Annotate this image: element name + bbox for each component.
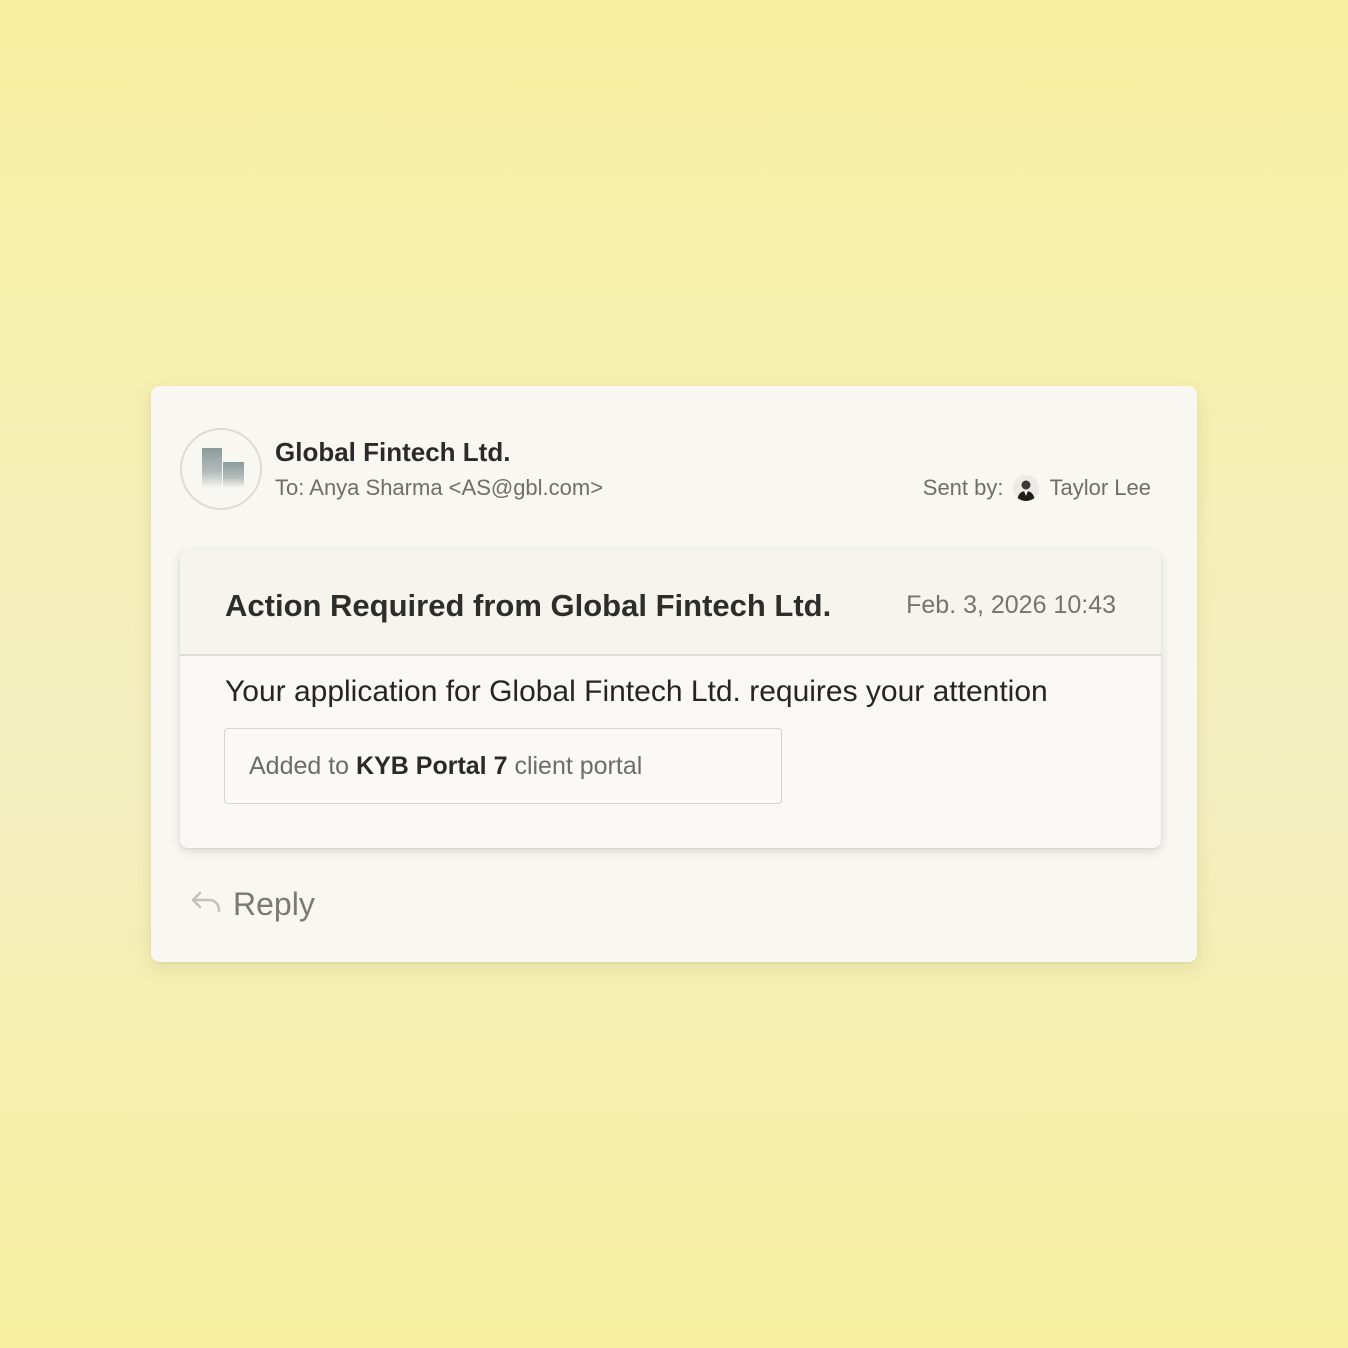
email-card: Global Fintech Ltd. To: Anya Sharma <AS@… (151, 386, 1197, 962)
sender-name: Global Fintech Ltd. (275, 437, 511, 467)
company-logo-icon (180, 428, 262, 510)
message-body: Your application for Global Fintech Ltd.… (225, 675, 1048, 708)
portal-suffix: client portal (514, 751, 643, 780)
portal-notice: Added to KYB Portal 7 client portal (224, 728, 782, 804)
sender-person-name: Taylor Lee (1049, 475, 1151, 500)
portal-prefix: Added to (249, 751, 350, 780)
message-header: Action Required from Global Fintech Ltd.… (180, 550, 1161, 656)
reply-label: Reply (233, 886, 315, 922)
recipient-address: Anya Sharma <AS@gbl.com> (309, 475, 604, 500)
message-panel: Action Required from Global Fintech Ltd.… (180, 550, 1161, 848)
message-subject: Action Required from Global Fintech Ltd. (225, 588, 832, 623)
portal-name: KYB Portal 7 (356, 751, 508, 780)
avatar (1013, 475, 1040, 501)
recipient-line: To: Anya Sharma <AS@gbl.com> (275, 475, 603, 501)
reply-button[interactable]: Reply (189, 886, 315, 923)
message-date: Feb. 3, 2026 10:43 (906, 591, 1116, 619)
sent-by-label: Sent by: (922, 475, 1004, 500)
sent-by: Sent by: Taylor Lee (923, 475, 1151, 501)
to-label: To: (275, 475, 305, 500)
reply-arrow-icon (189, 886, 223, 923)
